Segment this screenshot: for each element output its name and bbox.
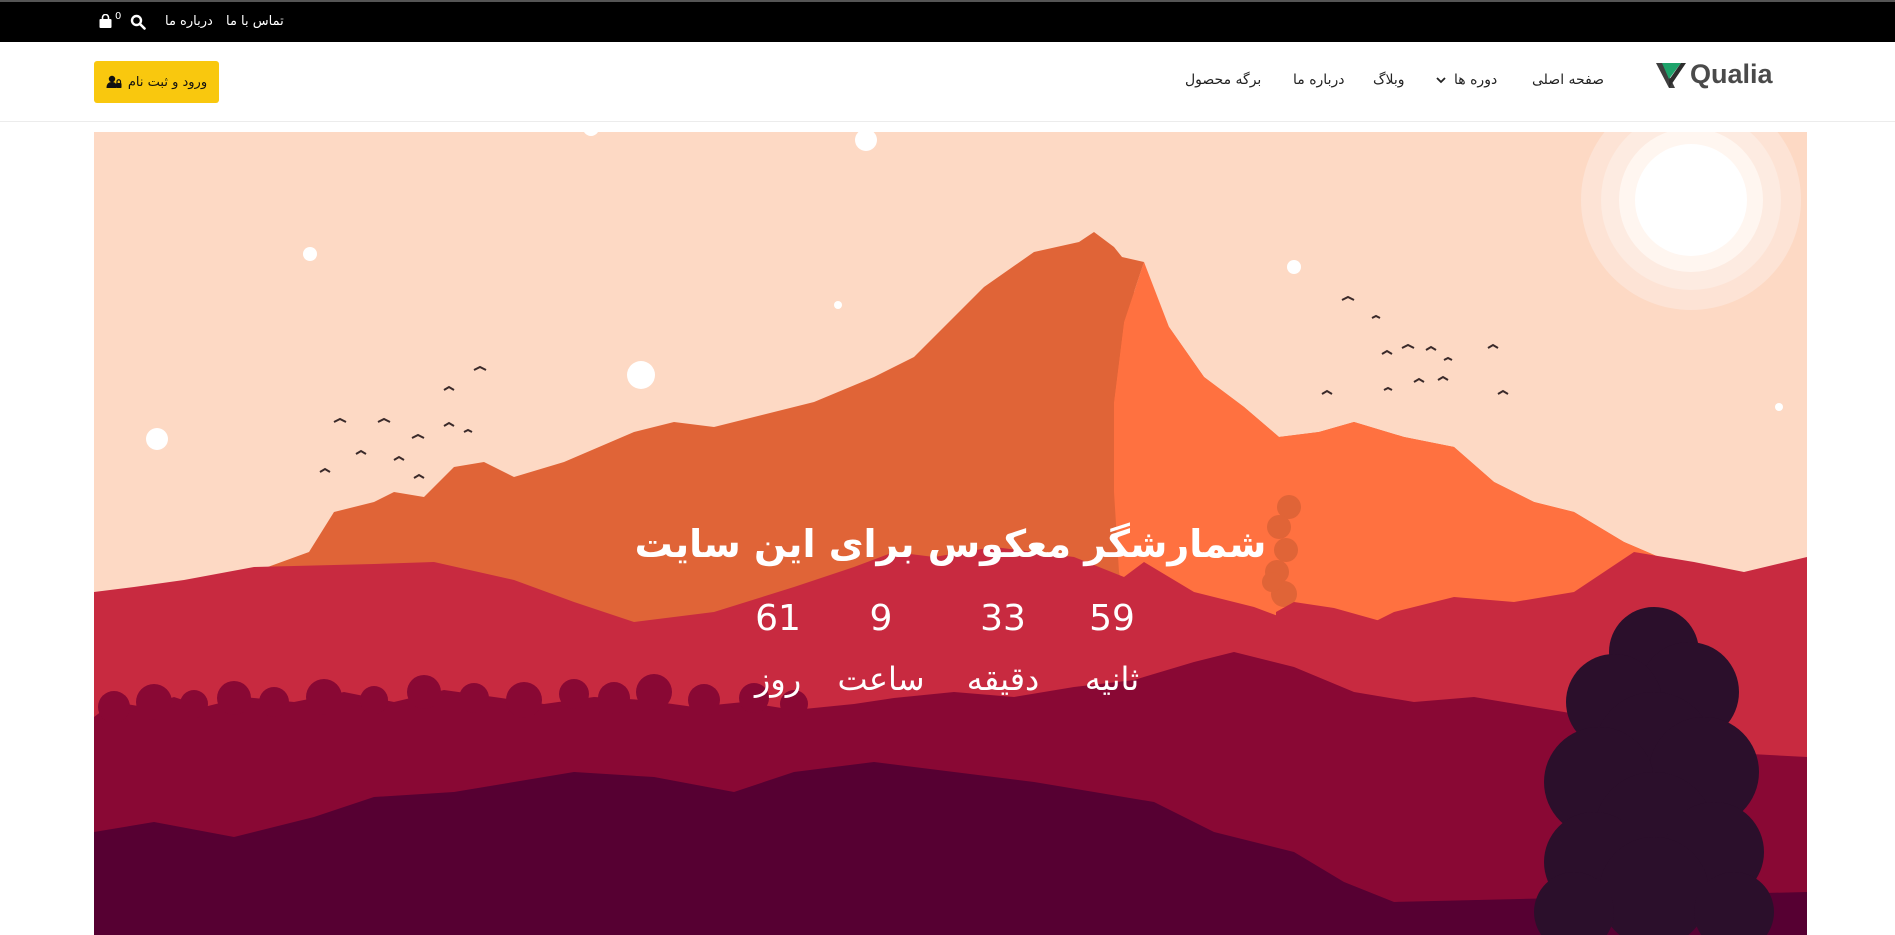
nav-item-courses[interactable]: دوره ها [1436, 72, 1497, 88]
contact-link[interactable]: تماس با ما [226, 14, 284, 30]
about-link[interactable]: درباره ما [165, 14, 213, 30]
search-icon[interactable] [130, 14, 146, 34]
countdown-hours-value: 9 [869, 598, 893, 639]
countdown-days: 61 روز [718, 597, 838, 701]
nav-item-courses-label: دوره ها [1454, 72, 1498, 88]
countdown-minutes-value: 33 [980, 598, 1026, 639]
countdown-hours-label: ساعت [837, 660, 925, 698]
logo-text: Qualia [1690, 58, 1773, 89]
nav-item-about[interactable]: درباره ما [1293, 72, 1344, 88]
countdown-hours: 9 ساعت [821, 597, 941, 701]
countdown-days-value: 61 [755, 598, 801, 639]
countdown-minutes: 33 دقیقه [943, 597, 1063, 701]
countdown-seconds: 59 ثانیه [1052, 597, 1172, 701]
countdown-seconds-value: 59 [1089, 598, 1135, 639]
chevron-down-icon [1436, 77, 1446, 84]
user-lock-icon [106, 75, 122, 88]
logo-mark-icon [1656, 63, 1686, 88]
login-register-button[interactable]: ورود و ثبت نام [94, 61, 219, 103]
site-logo[interactable]: Qualia [1655, 58, 1773, 90]
shopping-bag-icon[interactable] [98, 13, 113, 33]
countdown-minutes-label: دقیقه [966, 660, 1040, 698]
hero-banner: شمارشگر معکوس برای این سایت 61 روز 9 ساع… [94, 132, 1807, 935]
top-bar: تماس با ما درباره ما 0 [0, 0, 1895, 42]
nav-item-product[interactable]: برگه محصول [1185, 72, 1261, 88]
login-register-label: ورود و ثبت نام [127, 74, 208, 90]
nav-item-home[interactable]: صفحه اصلی [1532, 72, 1604, 88]
cart-count-badge: 0 [115, 11, 122, 22]
nav-item-blog[interactable]: وبلاگ [1373, 72, 1405, 88]
site-header: ورود و ثبت نام برگه محصول درباره ما وبلا… [0, 42, 1895, 122]
countdown-title: شمارشگر معکوس برای این سایت [634, 522, 1267, 566]
countdown-overlay: شمارشگر معکوس برای این سایت 61 روز 9 ساع… [94, 132, 1807, 935]
countdown-days-label: روز [754, 660, 802, 698]
countdown-seconds-label: ثانیه [1084, 660, 1140, 698]
